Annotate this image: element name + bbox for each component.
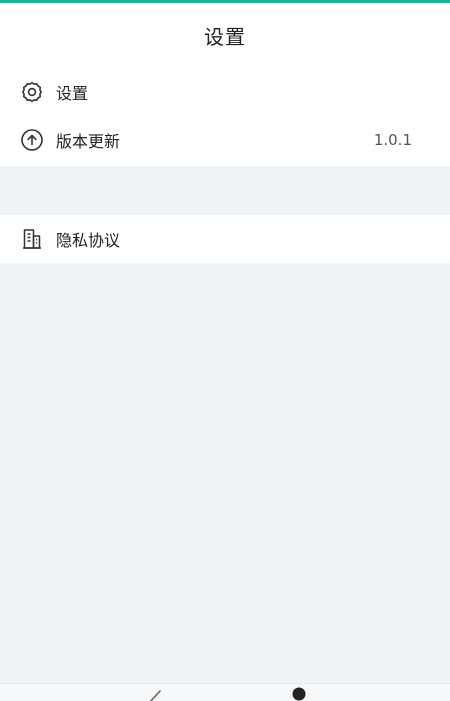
version-update-label: 版本更新	[56, 132, 121, 151]
bottom-nav-bar	[0, 683, 450, 701]
settings-row[interactable]: 设置	[0, 68, 450, 116]
privacy-policy-label: 隐私协议	[56, 231, 121, 250]
pen-icon[interactable]	[146, 688, 162, 701]
user-icon[interactable]	[290, 687, 308, 701]
version-update-row[interactable]: 版本更新 1.0.1	[0, 116, 450, 164]
arrow-up-circle-icon	[20, 128, 44, 152]
page-header: 设置	[0, 3, 450, 68]
settings-label: 设置	[56, 84, 89, 103]
version-number: 1.0.1	[373, 131, 412, 149]
page-title: 设置	[204, 25, 246, 49]
settings-section: 设置 版本更新 1.0.1	[0, 68, 450, 166]
privacy-section: 隐私协议	[0, 215, 450, 263]
privacy-policy-row[interactable]: 隐私协议	[0, 215, 450, 263]
gear-icon	[20, 80, 44, 104]
building-icon	[20, 227, 44, 251]
